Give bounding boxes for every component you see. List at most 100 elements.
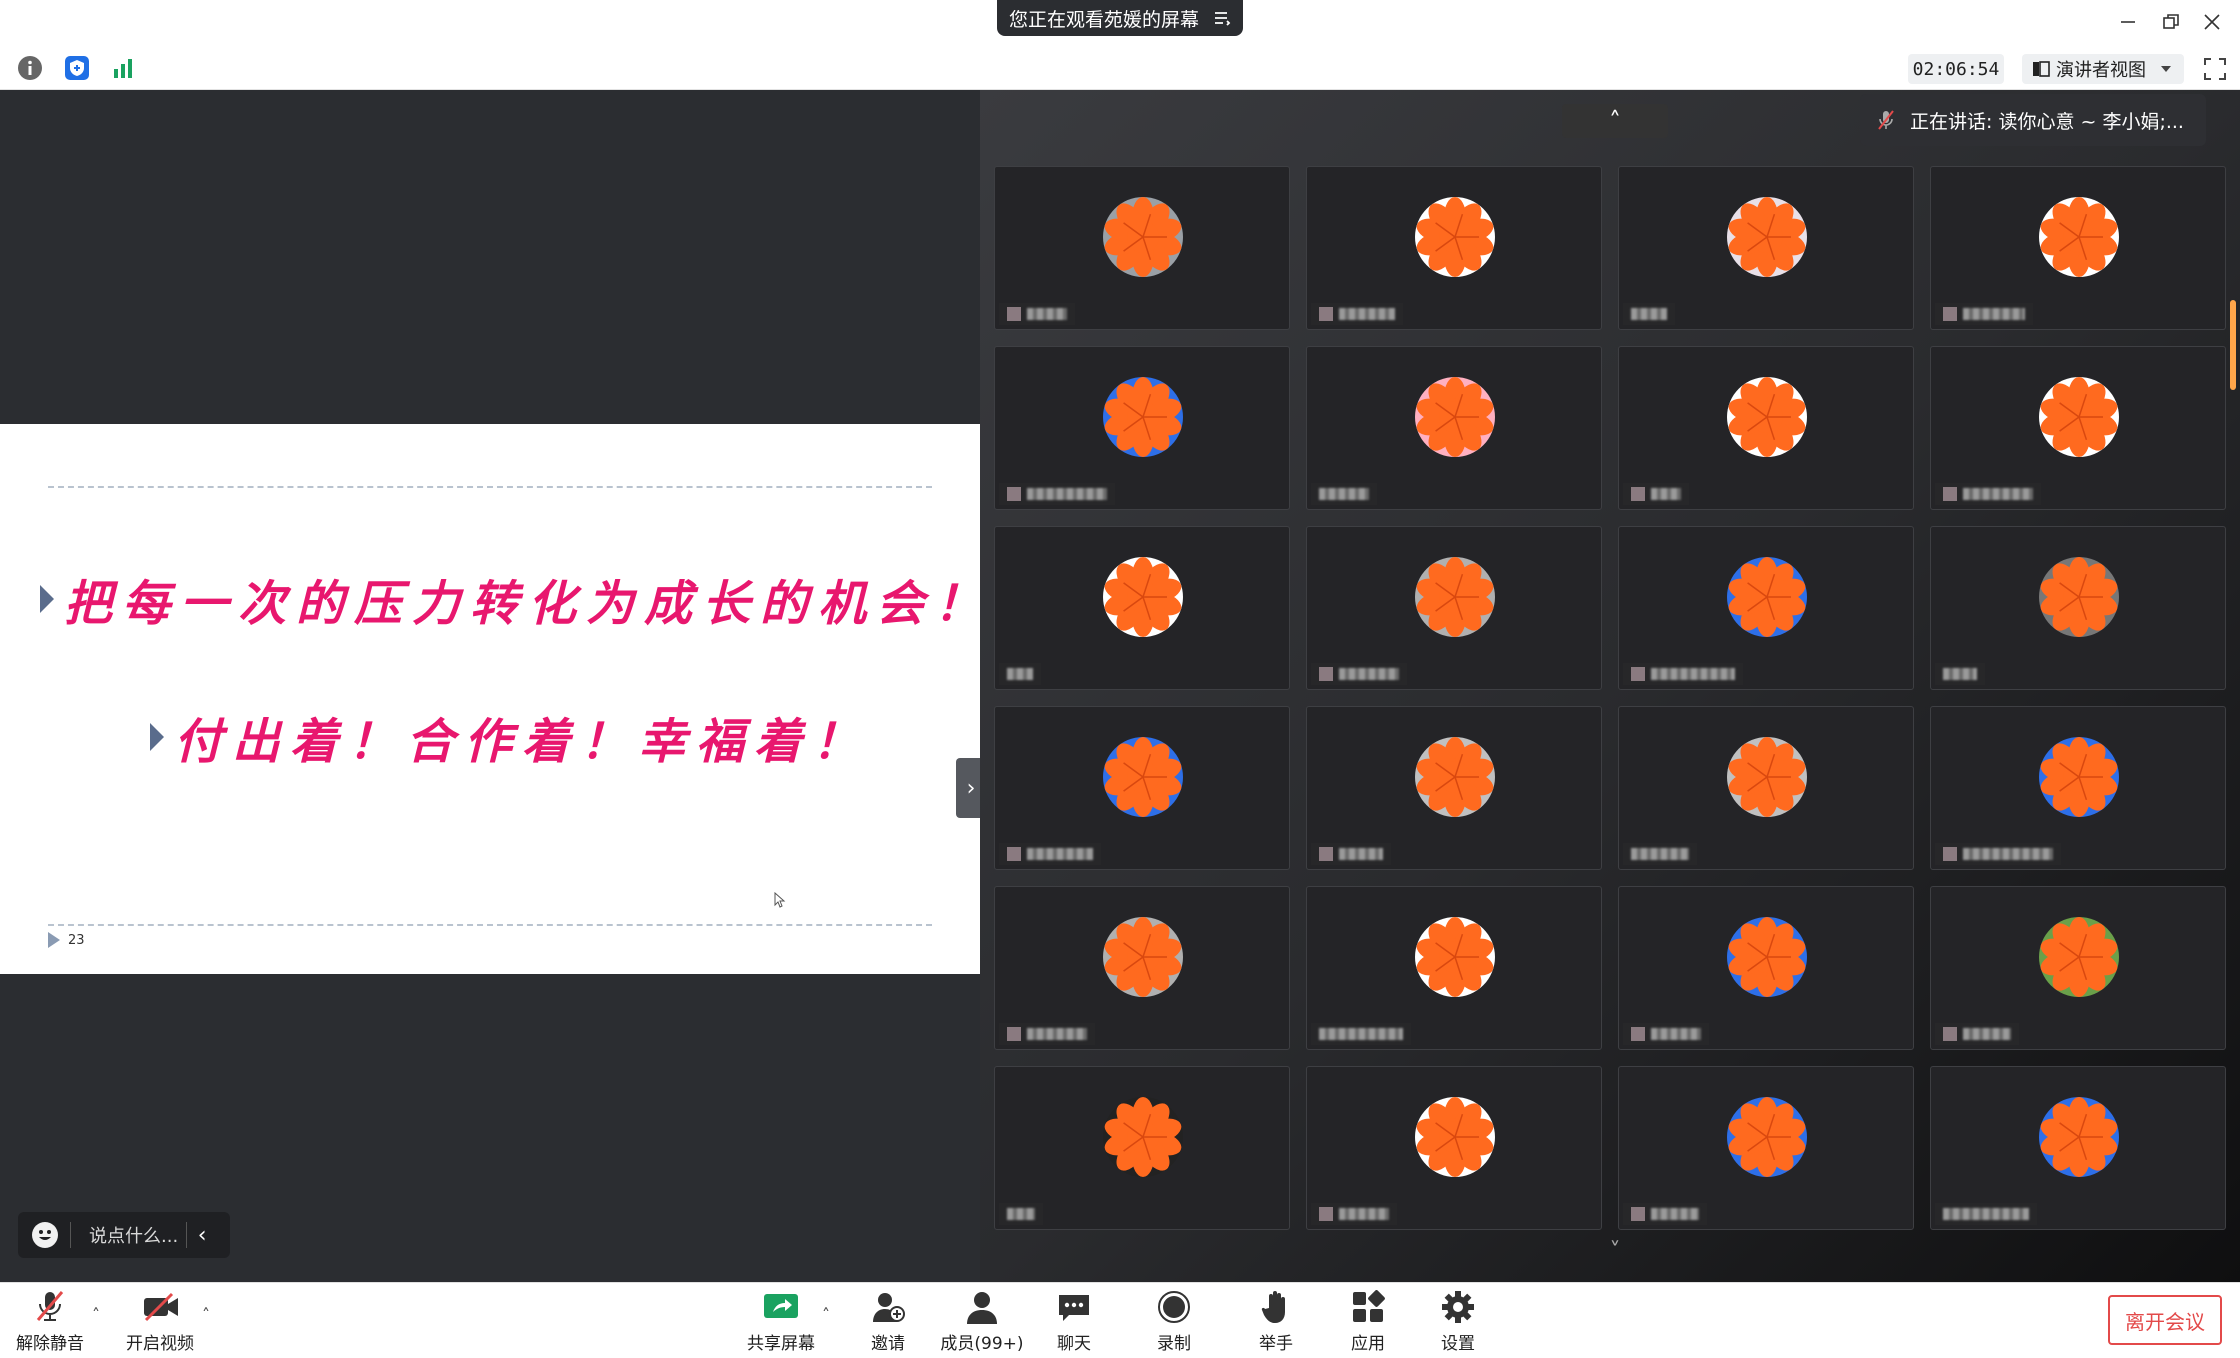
settings-label: 设置 — [1441, 1334, 1475, 1354]
participant-name-tag — [1935, 1203, 2037, 1225]
participant-tile[interactable] — [1930, 1066, 2226, 1230]
participant-tile[interactable] — [1618, 166, 1914, 330]
name-mic-indicator — [1319, 307, 1333, 321]
participant-gallery: ˄ 正在讲话: 读你心意 ~ 李小娟;... ˅ — [980, 90, 2240, 1282]
participant-tile[interactable] — [1930, 526, 2226, 690]
info-icon — [18, 56, 42, 80]
participant-name-tag — [1623, 303, 1675, 325]
participant-name-tag — [999, 303, 1075, 325]
participant-tile[interactable] — [994, 706, 1290, 870]
name-mic-indicator — [1631, 1207, 1645, 1221]
record-button[interactable]: 录制 — [1154, 1289, 1194, 1355]
raise-hand-label: 举手 — [1259, 1334, 1293, 1354]
blurred-name — [1027, 488, 1107, 500]
invite-button[interactable]: 邀请 — [866, 1289, 910, 1355]
avatar — [2039, 917, 2119, 997]
participant-tile[interactable] — [1930, 886, 2226, 1050]
close-button[interactable] — [2198, 8, 2226, 36]
signal-button[interactable] — [109, 54, 137, 82]
info-button[interactable] — [16, 54, 44, 82]
participant-tile[interactable] — [994, 1066, 1290, 1230]
leave-meeting-button[interactable]: 离开会议 — [2108, 1295, 2222, 1345]
participant-name-tag — [1311, 663, 1407, 685]
bullet-arrow-icon — [40, 585, 54, 613]
speaking-text: 正在讲话: 读你心意 ~ 李小娟;... — [1910, 110, 2184, 133]
participant-tile[interactable] — [1618, 1066, 1914, 1230]
viewing-screen-banner[interactable]: 您正在观看苑媛的屏幕 — [997, 0, 1243, 36]
blurred-name — [1631, 848, 1689, 860]
page-arrow-icon — [48, 932, 60, 948]
avatar — [2039, 557, 2119, 637]
participant-tile[interactable] — [1930, 166, 2226, 330]
participant-tile[interactable] — [1306, 526, 1602, 690]
menu-icon[interactable] — [1213, 9, 1231, 27]
share-options-caret[interactable]: ˄ — [822, 1305, 840, 1324]
slide-line-2-text: 付出着！合作着！幸福着！ — [174, 714, 871, 770]
name-mic-indicator — [1319, 1207, 1333, 1221]
participant-name-tag — [1623, 1203, 1707, 1225]
video-options-caret[interactable]: ˄ — [202, 1305, 220, 1324]
participant-tile[interactable] — [1618, 526, 1914, 690]
gallery-page-up-button[interactable]: ˄ — [1562, 104, 1668, 138]
blurred-name — [1339, 668, 1399, 680]
blurred-name — [1027, 1028, 1087, 1040]
blurred-name — [1319, 488, 1369, 500]
participant-name-tag — [1935, 843, 2061, 865]
avatar — [1415, 377, 1495, 457]
participant-tile[interactable] — [994, 886, 1290, 1050]
participant-tile[interactable] — [1306, 166, 1602, 330]
view-mode-dropdown[interactable]: 演讲者视图 — [2022, 54, 2184, 84]
add-user-icon — [873, 1293, 905, 1322]
settings-button[interactable]: 设置 — [1438, 1289, 1478, 1355]
shared-screen-area: 把每一次的压力转化为成长的机会！ 付出着！合作着！幸福着！ 23 说点什么...… — [0, 90, 986, 1282]
presentation-slide: 把每一次的压力转化为成长的机会！ 付出着！合作着！幸福着！ 23 — [0, 424, 982, 974]
participant-tile[interactable] — [1618, 346, 1914, 510]
participant-tile[interactable] — [1306, 886, 1602, 1050]
participant-tile[interactable] — [1306, 346, 1602, 510]
blurred-name — [1007, 668, 1033, 680]
security-button[interactable] — [63, 54, 91, 82]
participant-name-tag — [1311, 303, 1403, 325]
participant-name-tag — [1623, 1023, 1709, 1045]
chevron-left-icon[interactable]: ‹ — [187, 1223, 217, 1248]
gallery-page-down-button[interactable]: ˅ — [1562, 1234, 1668, 1268]
participant-tile[interactable] — [994, 526, 1290, 690]
name-mic-indicator — [1943, 1027, 1957, 1041]
members-label: 成员(99+) — [940, 1334, 1024, 1354]
participant-tile[interactable] — [1618, 706, 1914, 870]
slide-line-1-text: 把每一次的压力转化为成长的机会！ — [64, 576, 993, 632]
chat-button[interactable]: 聊天 — [1054, 1289, 1094, 1355]
participant-tile[interactable] — [994, 166, 1290, 330]
participant-tile[interactable] — [1306, 1066, 1602, 1230]
slide-line-1: 把每一次的压力转化为成长的机会！ — [40, 564, 992, 634]
name-mic-indicator — [1319, 847, 1333, 861]
blurred-name — [1651, 488, 1681, 500]
avatar — [1103, 197, 1183, 277]
restore-button[interactable] — [2157, 8, 2185, 36]
start-video-button[interactable]: 开启视频 — [124, 1289, 196, 1355]
participant-tile[interactable] — [1930, 346, 2226, 510]
share-screen-button[interactable]: 共享屏幕 — [744, 1289, 818, 1355]
slide-divider — [48, 486, 932, 488]
participant-tile[interactable] — [1930, 706, 2226, 870]
view-mode-label: 演讲者视图 — [2056, 60, 2146, 81]
participant-tile[interactable] — [1618, 886, 1914, 1050]
participant-tile[interactable] — [994, 346, 1290, 510]
minimize-button[interactable] — [2114, 8, 2142, 36]
gallery-scrollbar[interactable] — [2230, 300, 2236, 390]
chat-icon — [1059, 1295, 1089, 1321]
avatar — [1727, 197, 1807, 277]
chevron-down-icon: ˅ — [1609, 1238, 1621, 1264]
avatar — [2039, 1097, 2119, 1177]
fullscreen-icon[interactable] — [2204, 58, 2226, 80]
blurred-name — [1963, 848, 2053, 860]
audio-options-caret[interactable]: ˄ — [92, 1305, 110, 1324]
raise-hand-button[interactable]: 举手 — [1256, 1289, 1296, 1355]
quick-chat-box[interactable]: 说点什么... ‹ — [18, 1212, 230, 1258]
participant-tile[interactable] — [1306, 706, 1602, 870]
emoji-icon[interactable] — [32, 1222, 58, 1248]
unmute-button[interactable]: 解除静音 — [14, 1289, 86, 1355]
apps-button[interactable]: 应用 — [1348, 1289, 1388, 1355]
chat-placeholder[interactable]: 说点什么... — [89, 1222, 178, 1248]
members-button[interactable]: 成员(99+) — [940, 1289, 1024, 1355]
